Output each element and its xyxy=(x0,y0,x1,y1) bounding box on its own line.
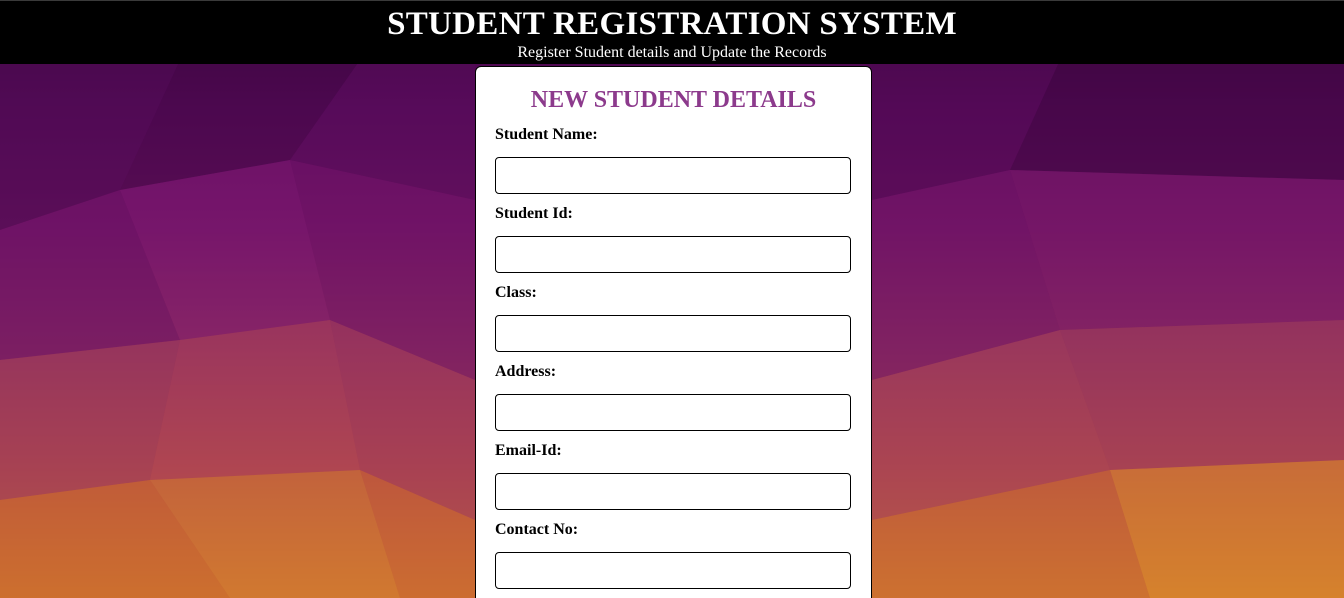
page-header: STUDENT REGISTRATION SYSTEM Register Stu… xyxy=(0,0,1344,64)
student-id-input[interactable] xyxy=(495,236,851,273)
student-name-group: Student Name: xyxy=(495,126,851,194)
email-group: Email-Id: xyxy=(495,442,851,510)
class-label: Class: xyxy=(495,284,537,301)
class-group: Class: xyxy=(495,284,851,352)
registration-form: NEW STUDENT DETAILS Student Name: Studen… xyxy=(475,66,872,598)
student-name-input[interactable] xyxy=(495,157,851,194)
address-group: Address: xyxy=(495,363,851,431)
address-label: Address: xyxy=(495,363,557,380)
contact-label: Contact No: xyxy=(495,521,579,538)
student-name-label: Student Name: xyxy=(495,126,598,143)
email-input[interactable] xyxy=(495,473,851,510)
page-title: STUDENT REGISTRATION SYSTEM xyxy=(387,6,957,42)
contact-group: Contact No: xyxy=(495,521,851,589)
page-subtitle: Register Student details and Update the … xyxy=(517,44,827,61)
form-title: NEW STUDENT DETAILS xyxy=(530,87,817,113)
student-id-group: Student Id: xyxy=(495,205,851,273)
address-input[interactable] xyxy=(495,394,851,431)
class-input[interactable] xyxy=(495,315,851,352)
student-id-label: Student Id: xyxy=(495,205,573,222)
email-label: Email-Id: xyxy=(495,442,562,459)
contact-input[interactable] xyxy=(495,552,851,589)
